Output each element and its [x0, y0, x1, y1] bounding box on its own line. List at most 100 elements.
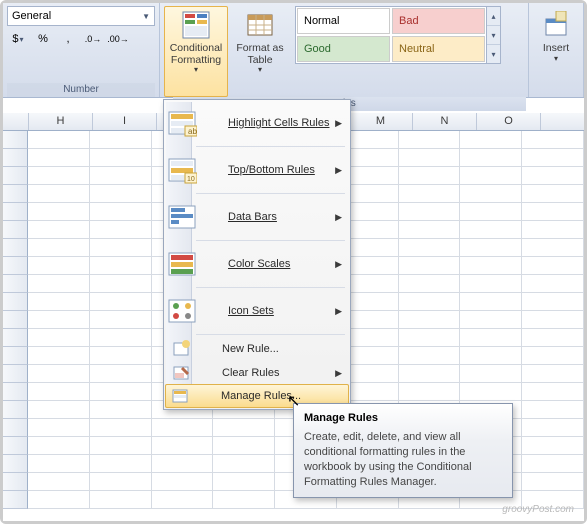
decrease-decimal-button[interactable]: .00→	[107, 29, 129, 49]
cell[interactable]	[460, 293, 522, 311]
cell[interactable]	[28, 131, 90, 149]
cell[interactable]	[460, 131, 522, 149]
cell[interactable]	[90, 239, 152, 257]
cell[interactable]	[399, 239, 461, 257]
cell[interactable]	[399, 257, 461, 275]
row-header[interactable]	[3, 329, 28, 347]
cell[interactable]	[460, 257, 522, 275]
cell[interactable]	[28, 491, 90, 509]
cell[interactable]	[90, 473, 152, 491]
cell[interactable]	[460, 311, 522, 329]
cell[interactable]	[522, 365, 584, 383]
cell[interactable]	[522, 455, 584, 473]
cell[interactable]	[28, 203, 90, 221]
cell[interactable]	[460, 347, 522, 365]
menu-icon-sets[interactable]: Icon Sets ▶	[166, 290, 348, 332]
cell[interactable]	[522, 275, 584, 293]
row-header[interactable]	[3, 275, 28, 293]
cell[interactable]	[28, 437, 90, 455]
cell[interactable]	[399, 365, 461, 383]
insert-button[interactable]: Insert ▾	[533, 6, 579, 97]
cell[interactable]	[90, 437, 152, 455]
cell[interactable]	[90, 311, 152, 329]
cell[interactable]	[28, 167, 90, 185]
cell[interactable]	[460, 239, 522, 257]
cell[interactable]	[460, 203, 522, 221]
menu-clear-rules[interactable]: Clear Rules ▶	[166, 361, 348, 385]
format-as-table-button[interactable]: Format as Table ▾	[228, 6, 292, 97]
cell[interactable]	[28, 293, 90, 311]
row-header[interactable]	[3, 365, 28, 383]
cell[interactable]	[522, 473, 584, 491]
cell[interactable]	[90, 401, 152, 419]
style-normal[interactable]: Normal	[297, 8, 390, 34]
cell[interactable]	[399, 203, 461, 221]
menu-new-rule[interactable]: New Rule...	[166, 337, 348, 361]
cell[interactable]	[28, 401, 90, 419]
gallery-up-icon[interactable]: ▴	[487, 7, 500, 26]
select-all-corner[interactable]	[3, 113, 29, 130]
cell[interactable]	[399, 383, 461, 401]
cell[interactable]	[522, 383, 584, 401]
cell[interactable]	[213, 491, 275, 509]
cell[interactable]	[90, 167, 152, 185]
cell[interactable]	[90, 131, 152, 149]
row-header[interactable]	[3, 419, 28, 437]
menu-highlight-cells-rules[interactable]: ab Highlight Cells Rules ▶	[166, 102, 348, 144]
cell[interactable]	[213, 419, 275, 437]
cell[interactable]	[522, 167, 584, 185]
percent-button[interactable]: %	[32, 29, 54, 49]
cell[interactable]	[522, 311, 584, 329]
cell[interactable]	[90, 203, 152, 221]
cell[interactable]	[460, 149, 522, 167]
col-header[interactable]: M	[349, 113, 413, 130]
row-header[interactable]	[3, 293, 28, 311]
row-header[interactable]	[3, 473, 28, 491]
cell[interactable]	[522, 149, 584, 167]
cell[interactable]	[90, 149, 152, 167]
cell[interactable]	[399, 293, 461, 311]
conditional-formatting-button[interactable]: Conditional Formatting ▾	[164, 6, 228, 97]
style-bad[interactable]: Bad	[392, 8, 485, 34]
cell[interactable]	[460, 221, 522, 239]
increase-decimal-button[interactable]: .0→	[82, 29, 104, 49]
cell[interactable]	[522, 203, 584, 221]
menu-color-scales[interactable]: Color Scales ▶	[166, 243, 348, 285]
cell[interactable]	[152, 491, 214, 509]
number-format-select[interactable]: General ▼	[7, 6, 155, 26]
currency-button[interactable]: $▾	[7, 29, 29, 49]
cell[interactable]	[399, 131, 461, 149]
row-header[interactable]	[3, 221, 28, 239]
col-header[interactable]: O	[477, 113, 541, 130]
col-header[interactable]: H	[29, 113, 93, 130]
row-header[interactable]	[3, 239, 28, 257]
cell[interactable]	[460, 365, 522, 383]
row-header[interactable]	[3, 203, 28, 221]
cell[interactable]	[522, 419, 584, 437]
row-header[interactable]	[3, 131, 28, 149]
cell[interactable]	[28, 257, 90, 275]
cell[interactable]	[399, 347, 461, 365]
style-good[interactable]: Good	[297, 36, 390, 62]
cell[interactable]	[152, 419, 214, 437]
cell[interactable]	[522, 239, 584, 257]
cell[interactable]	[90, 491, 152, 509]
cell[interactable]	[460, 185, 522, 203]
cell[interactable]	[28, 329, 90, 347]
cell[interactable]	[90, 293, 152, 311]
row-header[interactable]	[3, 149, 28, 167]
cell[interactable]	[90, 221, 152, 239]
cell[interactable]	[28, 383, 90, 401]
menu-top-bottom-rules[interactable]: 10 Top/Bottom Rules ▶	[166, 149, 348, 191]
cell[interactable]	[522, 293, 584, 311]
cell[interactable]	[28, 185, 90, 203]
cell[interactable]	[152, 455, 214, 473]
cell[interactable]	[28, 347, 90, 365]
cell[interactable]	[152, 473, 214, 491]
cell[interactable]	[399, 167, 461, 185]
gallery-down-icon[interactable]: ▾	[487, 26, 500, 45]
row-header[interactable]	[3, 311, 28, 329]
cell[interactable]	[399, 311, 461, 329]
row-header[interactable]	[3, 491, 28, 509]
row-header[interactable]	[3, 455, 28, 473]
